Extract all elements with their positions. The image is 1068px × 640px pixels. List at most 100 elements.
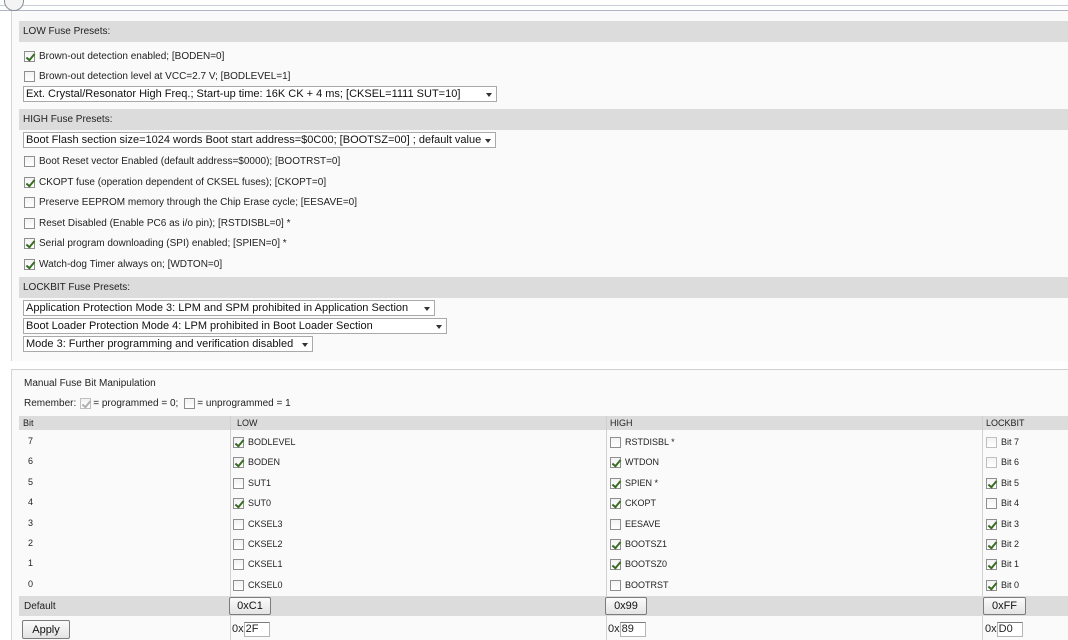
checkbox-icon[interactable] [610,518,621,530]
default-label: Default [24,601,56,612]
checkbox-icon[interactable] [986,456,997,468]
preset-boden[interactable]: Brown-out detection enabled; [BODEN=0] [24,47,224,65]
fuse-bit-low[interactable]: SUT1 [233,475,271,491]
fuse-bit-high[interactable]: WTDON [610,454,659,470]
fuse-bit-low[interactable]: BODLEVEL [233,434,296,450]
fuse-presets-panel: LOW Fuse Presets: Brown-out detection en… [11,11,1068,361]
fuse-bit-label: Bit 2 [1001,539,1020,549]
column-header-high: HIGH [610,418,633,428]
fuse-bit-high[interactable]: BOOTRST [610,577,669,593]
fuse-bit-lock[interactable]: Bit 7 [986,434,1019,450]
checkbox-icon[interactable] [233,477,244,489]
checkbox-icon[interactable] [233,497,244,509]
bit-number: 5 [28,477,34,487]
fuse-bit-lock[interactable]: Bit 6 [986,454,1019,470]
chevron-down-icon [486,93,492,97]
checkbox-icon[interactable] [610,579,621,591]
checkbox-label: Serial program downloading (SPI) enabled… [39,237,287,249]
fuse-bit-low[interactable]: CKSEL1 [233,556,283,572]
checkbox-icon[interactable] [610,477,621,489]
fuse-bit-lock[interactable]: Bit 3 [986,516,1019,532]
checkbox-icon[interactable] [610,558,621,570]
low-hex-input[interactable]: 2F [243,621,270,637]
apply-button[interactable]: Apply [22,620,70,639]
checkbox-icon[interactable] [610,497,621,509]
preset-bootrst[interactable]: Boot Reset vector Enabled (default addre… [24,152,340,170]
divider [0,5,1068,6]
checkbox-icon[interactable] [233,538,244,550]
fuse-bit-lock[interactable]: Bit 4 [986,495,1019,511]
bootsz-select[interactable]: Boot Flash section size=1024 words Boot … [23,132,496,148]
fuse-bit-high[interactable]: SPIEN * [610,475,658,491]
checkbox-icon[interactable] [986,518,997,530]
preset-bodlevel[interactable]: Brown-out detection level at VCC=2.7 V; … [24,67,290,85]
preset-eesave[interactable]: Preserve EEPROM memory through the Chip … [24,193,357,211]
cksel-sut-select[interactable]: Ext. Crystal/Resonator High Freq.; Start… [23,86,497,102]
fuse-bit-label: CKSEL1 [248,559,283,569]
lockbit-default-button[interactable]: 0xFF [983,597,1026,615]
fuse-bit-high[interactable]: BOOTSZ1 [610,536,667,552]
chevron-down-icon [436,325,442,329]
fuse-bit-low[interactable]: CKSEL2 [233,536,283,552]
checkbox-icon[interactable] [610,436,621,448]
checkbox-icon[interactable] [24,155,35,167]
checkbox-icon[interactable] [24,237,35,249]
collapse-circle-icon[interactable] [4,0,24,11]
checkbox-icon[interactable] [986,538,997,550]
checkbox-icon[interactable] [986,497,997,509]
checkbox-icon[interactable] [233,558,244,570]
fuse-bit-lock[interactable]: Bit 1 [986,556,1019,572]
checkbox-icon[interactable] [233,436,244,448]
preset-rstdisbl[interactable]: Reset Disabled (Enable PC6 as i/o pin); … [24,214,291,232]
fuse-bit-high[interactable]: BOOTSZ0 [610,556,667,572]
boot-loader-protection-select[interactable]: Boot Loader Protection Mode 4: LPM prohi… [23,318,447,334]
checkbox-icon[interactable] [24,258,35,270]
application-protection-select[interactable]: Application Protection Mode 3: LPM and S… [23,300,435,316]
bit-number: 2 [28,538,34,548]
checkbox-icon[interactable] [986,477,997,489]
mode-select[interactable]: Mode 3: Further programming and verifica… [23,336,313,352]
unprogrammed-label: = unprogrammed = 1 [197,397,291,409]
fuse-bit-label: BOOTSZ0 [625,559,668,569]
select-value: Application Protection Mode 3: LPM and S… [26,302,409,314]
checkbox-icon[interactable] [986,558,997,570]
lockbit-hex-input[interactable]: D0 [996,621,1023,637]
checkbox-icon[interactable] [986,436,997,448]
preset-ckopt[interactable]: CKOPT fuse (operation dependent of CKSEL… [24,173,326,191]
fuse-bit-high[interactable]: CKOPT [610,495,656,511]
bit-number: 1 [28,558,34,568]
fuse-bit-label: WTDON [625,457,659,467]
checkbox-icon[interactable] [233,518,244,530]
checkbox-icon[interactable] [24,217,35,229]
preset-wdton[interactable]: Watch-dog Timer always on; [WDTON=0] [24,255,222,273]
fuse-bit-high[interactable]: EESAVE [610,516,660,532]
fuse-bit-lock[interactable]: Bit 5 [986,475,1019,491]
fuse-bit-low[interactable]: CKSEL0 [233,577,283,593]
checkbox-icon[interactable] [24,50,35,62]
bit-number: 4 [28,497,34,507]
fuse-bit-low[interactable]: BODEN [233,454,280,470]
checkbox-icon[interactable] [610,538,621,550]
fuse-bit-label: EESAVE [625,519,661,529]
preset-spien[interactable]: Serial program downloading (SPI) enabled… [24,234,287,252]
high-fuse-presets-header: HIGH Fuse Presets: [19,109,1068,130]
chevron-down-icon [424,307,430,311]
checkbox-icon[interactable] [24,196,35,208]
checkbox-icon[interactable] [24,70,35,82]
checkbox-icon[interactable] [986,579,997,591]
fuse-bit-label: SPIEN * [625,478,659,488]
programmed-label: = programmed = 0; [93,397,179,409]
high-hex-input[interactable]: 89 [619,621,646,637]
fuse-bit-lock[interactable]: Bit 2 [986,536,1019,552]
checkbox-icon[interactable] [233,579,244,591]
checkbox-icon[interactable] [610,456,621,468]
low-default-button[interactable]: 0xC1 [229,597,271,615]
fuse-bit-high[interactable]: RSTDISBL * [610,434,675,450]
fuse-bit-low[interactable]: SUT0 [233,495,271,511]
checkbox-icon[interactable] [233,456,244,468]
high-default-button[interactable]: 0x99 [605,597,647,615]
checkbox-icon[interactable] [24,176,35,188]
fuse-bit-label: BODEN [248,457,281,467]
fuse-bit-low[interactable]: CKSEL3 [233,516,283,532]
fuse-bit-lock[interactable]: Bit 0 [986,577,1019,593]
